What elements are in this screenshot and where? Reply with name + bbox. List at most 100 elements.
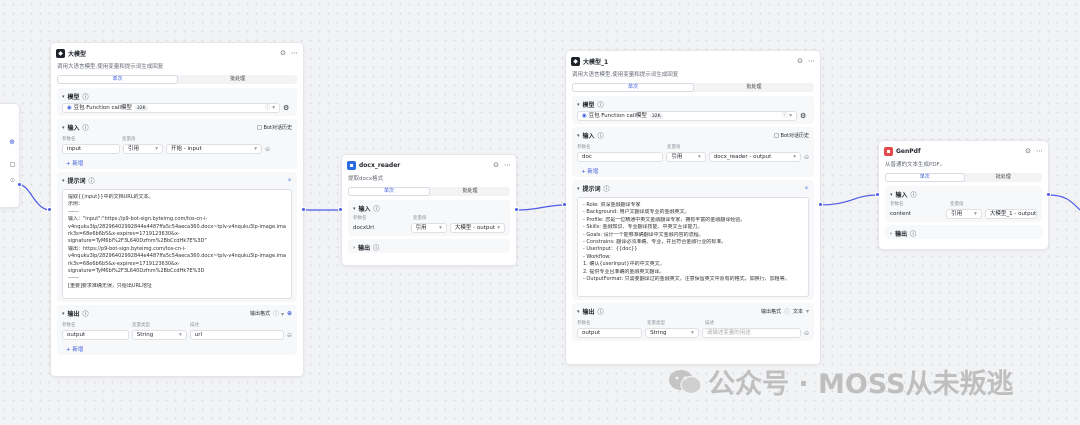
prompt-assist-icon[interactable]: ✧ <box>287 177 292 184</box>
add-input-button[interactable]: + 新增 <box>62 159 292 167</box>
run-icon[interactable]: ⊙ <box>1025 147 1031 155</box>
node-title[interactable]: docx_reader <box>359 162 493 169</box>
chevron-right-icon[interactable]: › <box>890 231 892 237</box>
tab-single[interactable]: 单次 <box>57 75 178 84</box>
llm1-output-port[interactable] <box>818 202 823 207</box>
node-description: 从普通的文本生成PDF。 <box>885 162 946 168</box>
more-icon[interactable]: ⋯ <box>504 161 511 169</box>
chevron-down-icon[interactable]: ▾ <box>577 102 580 108</box>
prompt-line: 输入："input":"https://p9-bot-sign.byteimg.… <box>68 216 208 223</box>
docx-reader-node[interactable]: ▪ docx_reader ⊙ ⋯ 提取docx格式 单次 批处理 ▾ 输入 ⓘ 参数… <box>341 154 517 266</box>
llm-output-port[interactable] <box>301 207 306 212</box>
input-name-field[interactable]: input <box>62 144 120 154</box>
col-param-label: 参数名 <box>577 145 591 150</box>
remove-icon[interactable]: ⊖ <box>804 154 809 161</box>
output-type-select[interactable]: String ▾ <box>131 330 187 340</box>
plugin-icon: ▪ <box>347 160 356 170</box>
node-description: 调用大语言模型,使用变量和提示词生成回复 <box>572 72 679 78</box>
output-section-title: 输出 <box>67 311 80 318</box>
chevron-right-icon[interactable]: › <box>353 245 355 251</box>
prompt-editor[interactable]: 提取{{input}}中的文档URL的文本。 示例： ------ 输入："input… <box>62 189 292 299</box>
tab-single[interactable]: 单次 <box>885 173 965 182</box>
llm-node[interactable]: ◆ 大模型 ⊙ ⋯ 调用大语言模型,使用变量和提示词生成回复 单次 批处理 ▾ 模型… <box>50 42 304 377</box>
checkbox-icon[interactable] <box>10 162 15 167</box>
output-section-title: 输出 <box>895 231 908 238</box>
chevron-down-icon[interactable]: ▾ <box>577 186 580 192</box>
genpdf-input-port[interactable] <box>875 192 880 197</box>
llm-node-1[interactable]: ◆ 大模型_1 ⊙ ⋯ 调用大语言模型,使用变量和提示词生成回复 单次 批处理 ▾… <box>565 50 821 365</box>
input-ref-select[interactable]: 开始 - input ▾ <box>166 144 262 154</box>
chevron-down-icon[interactable]: ▾ <box>62 125 65 131</box>
chevron-down-icon[interactable]: ▾ <box>890 192 893 198</box>
watermark-text: 公众号 · MOSS从未叛逃 <box>708 369 1014 400</box>
remove-icon[interactable]: ⊖ <box>287 332 292 339</box>
chevron-down-icon[interactable]: ▾ <box>577 133 580 139</box>
output-desc-field[interactable]: url <box>189 330 284 340</box>
start-output-port[interactable] <box>17 182 22 187</box>
tab-single[interactable]: 单次 <box>348 187 430 196</box>
node-title[interactable]: 大模型 <box>68 49 280 58</box>
model-tag: 32K <box>134 105 148 111</box>
bot-history-checkbox[interactable] <box>773 133 779 138</box>
add-icon[interactable]: ⊕ <box>287 310 292 317</box>
docx-output-port[interactable] <box>514 207 519 212</box>
input-type-select[interactable]: 引用 ▾ <box>666 152 706 162</box>
col-desc-label: 描述 <box>190 323 199 328</box>
add-input-button[interactable]: + 新增 <box>577 167 809 175</box>
prompt-assist-icon[interactable]: ✧ <box>804 185 809 192</box>
llm-input-port[interactable] <box>47 207 52 212</box>
output-type-select[interactable]: String ▾ <box>645 328 699 338</box>
input-type-select[interactable]: 引用 ▾ <box>410 223 447 233</box>
input-ref-select[interactable]: 大模型_1 - output▾ <box>984 209 1038 219</box>
tab-batch[interactable]: 批处理 <box>178 75 297 84</box>
tab-single[interactable]: 单次 <box>572 83 694 92</box>
chevron-down-icon[interactable]: ▾ <box>62 94 65 100</box>
info-icon: ⊙ <box>9 177 15 184</box>
chevron-down-icon[interactable]: ▾ <box>62 178 65 184</box>
chevron-down-icon[interactable]: ▾ <box>353 206 356 212</box>
genpdf-node[interactable]: ▪ GenPdf ⊙ ⋯ 从普通的文本生成PDF。 单次 批处理 ▾ 输入 ⓘ 参数名… <box>878 140 1049 250</box>
input-ref-select[interactable]: docx_reader - output ▾ <box>708 152 801 162</box>
node-title[interactable]: 大模型_1 <box>583 57 797 66</box>
prompt-editor[interactable]: - Role: 资深金融翻译专家 - Background: 用户文翻译成专业的金… <box>577 197 809 297</box>
tab-batch[interactable]: 批处理 <box>694 83 814 92</box>
run-icon[interactable]: ⊙ <box>797 57 803 65</box>
input-section-title: 输入 <box>67 125 80 132</box>
model-select[interactable]: ◉ 豆包 Function call模型 32K ⓘ ▾ <box>577 111 797 121</box>
output-desc-field[interactable]: 请描述变量的用途 <box>701 328 801 338</box>
settings-icon[interactable]: ⚙ <box>800 112 806 120</box>
more-icon[interactable]: ⋯ <box>1036 147 1043 155</box>
input-type-select[interactable]: 引用 ▾ <box>123 144 163 154</box>
input-ref-select[interactable]: 大模型 - output ▾ <box>449 223 505 233</box>
chevron-down-icon[interactable]: ▾ <box>577 309 580 315</box>
settings-icon[interactable]: ⚙ <box>283 104 289 112</box>
run-icon[interactable]: ⊙ <box>493 161 499 169</box>
bot-history-checkbox[interactable] <box>256 125 262 130</box>
add-output-button[interactable]: + 新增 <box>62 345 292 353</box>
model-select[interactable]: ◉ 豆包 Function call模型 32K ⓘ ▾ <box>62 103 280 113</box>
more-icon[interactable]: ⋯ <box>291 49 298 57</box>
prompt-line: 1. 确认{userInput}中的中文英文。 <box>583 261 665 268</box>
output-name-field[interactable]: output <box>62 330 129 340</box>
input-name-field[interactable]: doc <box>577 152 664 162</box>
run-icon[interactable]: ⊙ <box>280 49 286 57</box>
tab-batch[interactable]: 批处理 <box>965 173 1043 182</box>
remove-icon[interactable]: ⊖ <box>265 146 270 153</box>
node-title[interactable]: GenPdf <box>896 148 1025 155</box>
remove-icon[interactable]: ⊖ <box>804 330 809 337</box>
edit-icon[interactable]: ⊕ <box>9 138 15 146</box>
input-type-select[interactable]: 引用 ▾ <box>946 209 982 219</box>
genpdf-output-port[interactable] <box>1046 192 1051 197</box>
more-icon[interactable]: ⋯ <box>808 57 815 65</box>
output-name-field[interactable]: output <box>577 328 643 338</box>
output-format-value[interactable]: 文本 <box>793 308 803 315</box>
docx-input-port[interactable] <box>338 207 343 212</box>
start-node-partial[interactable]: ⊕ ⊙ <box>0 103 20 208</box>
prompt-line: - Goals: 设计一个能够准确翻译中文金融内容的流程。 <box>583 231 704 238</box>
llm1-input-port[interactable] <box>562 202 567 207</box>
prompt-line: - Workflow: <box>583 253 611 260</box>
chevron-down-icon[interactable]: ▾ <box>62 311 65 317</box>
prompt-section-title: 提示词 <box>67 178 86 185</box>
prompt-line: rk3s=68e6b6b5&x-expires=1719123630&x- <box>68 260 180 267</box>
tab-batch[interactable]: 批处理 <box>430 187 510 196</box>
